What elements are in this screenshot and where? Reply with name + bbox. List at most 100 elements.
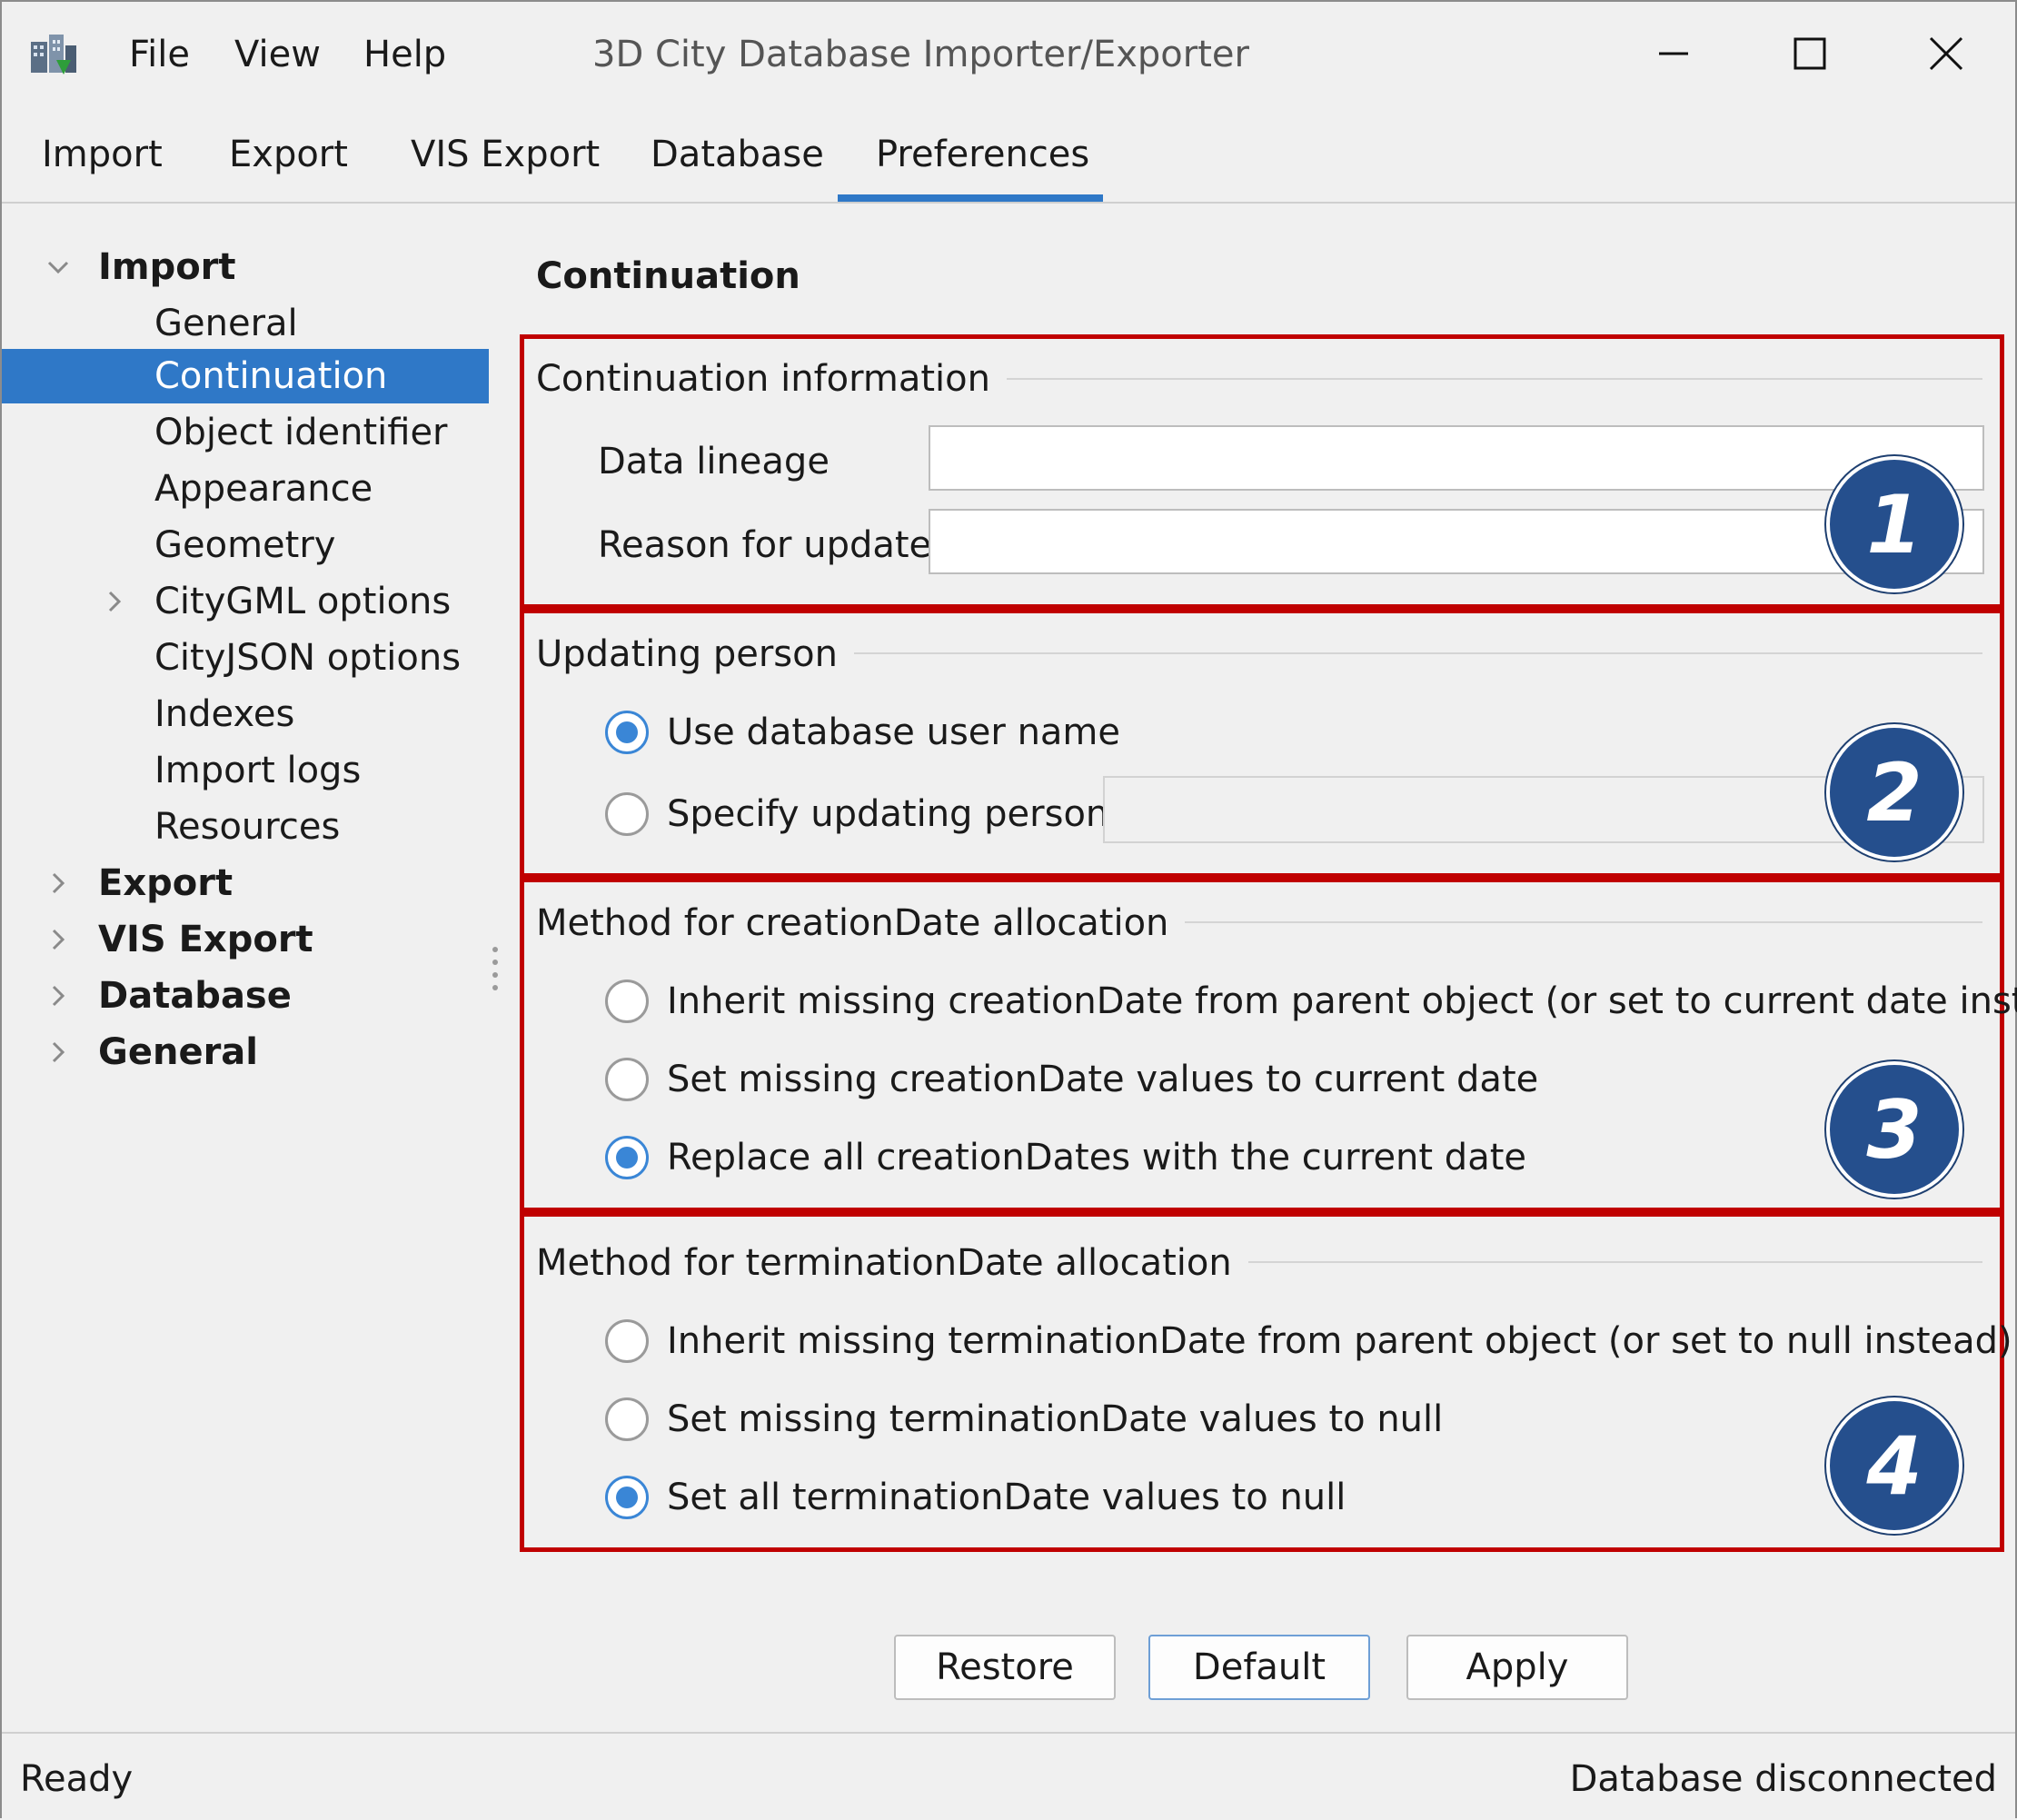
tree-item-label: General: [154, 303, 298, 344]
app-icon: [31, 35, 76, 75]
tree-item-label: CityGML options: [154, 581, 452, 622]
tab-preferences[interactable]: Preferences: [876, 129, 1089, 180]
chevron-down-icon[interactable]: [45, 254, 71, 280]
tree-item-label: Database: [98, 975, 292, 1017]
main-tabs: Import Export VIS Export Database Prefer…: [2, 104, 2015, 204]
tree-item-import[interactable]: Import: [2, 240, 489, 294]
group-separator: [1188, 1261, 1982, 1263]
default-button[interactable]: Default: [1148, 1635, 1370, 1700]
window-title: 3D City Database Importer/Exporter: [592, 34, 1249, 75]
radio-label: Set missing terminationDate values to nu…: [667, 1398, 1444, 1440]
group-title-continuation-information: Continuation information: [536, 353, 1007, 404]
tree-item-citygml-options[interactable]: CityGML options: [2, 574, 489, 629]
tab-vis-export[interactable]: VIS Export: [411, 129, 600, 180]
splitter-handle[interactable]: [489, 204, 500, 1730]
tab-export[interactable]: Export: [229, 129, 348, 180]
tree-item-continuation[interactable]: Continuation: [2, 349, 489, 403]
tree-item-resources[interactable]: Resources: [2, 800, 489, 854]
tab-import[interactable]: Import: [42, 129, 163, 180]
radio-label: Inherit missing terminationDate from par…: [667, 1320, 2012, 1362]
radio-inherit-terminationdate[interactable]: [605, 1319, 649, 1363]
tree-item-vis-export[interactable]: VIS Export: [2, 912, 489, 967]
chevron-right-icon[interactable]: [45, 1039, 71, 1065]
tree-item-label: General: [98, 1031, 258, 1073]
radio-specify-updating-person[interactable]: [605, 792, 649, 836]
tree-item-appearance[interactable]: Appearance: [2, 462, 489, 516]
tree-item-indexes[interactable]: Indexes: [2, 687, 489, 741]
tree-item-cityjson-options[interactable]: CityJSON options: [2, 631, 489, 685]
preferences-tree: Import General Continuation Object ident…: [2, 204, 489, 1730]
radio-set-all-terminationdate[interactable]: [605, 1476, 649, 1519]
callout-badge-1: 1: [1826, 456, 1962, 592]
chevron-right-icon[interactable]: [45, 870, 71, 896]
callout-badge-3: 3: [1826, 1061, 1962, 1198]
callout-badge-4: 4: [1826, 1397, 1962, 1534]
tree-item-label: Import logs: [154, 750, 362, 791]
radio-label: Specify updating person: [667, 793, 1109, 835]
radio-use-database-user-name[interactable]: [605, 711, 649, 754]
radio-set-missing-creationdate[interactable]: [605, 1058, 649, 1101]
title-bar: File View Help 3D City Database Importer…: [2, 2, 2015, 104]
status-bar: Ready Database disconnected: [2, 1732, 2015, 1820]
data-lineage-input[interactable]: [929, 425, 1984, 491]
apply-button[interactable]: Apply: [1406, 1635, 1628, 1700]
tree-item-label: Appearance: [154, 468, 373, 510]
active-tab-indicator: [838, 194, 1103, 202]
menu-file[interactable]: File: [129, 29, 190, 80]
menu-view[interactable]: View: [234, 29, 321, 80]
close-button[interactable]: [1901, 22, 1992, 85]
reason-for-update-label: Reason for update: [598, 524, 932, 566]
tree-item-label: Resources: [154, 806, 341, 848]
group-title-updating-person: Updating person: [536, 629, 854, 680]
grip-dot: [492, 985, 498, 990]
tree-item-geometry[interactable]: Geometry: [2, 518, 489, 572]
tree-item-label: Import: [98, 246, 236, 288]
tree-item-database[interactable]: Database: [2, 969, 489, 1023]
callout-badge-2: 2: [1826, 724, 1962, 860]
data-lineage-label: Data lineage: [598, 441, 830, 482]
maximize-icon: [1793, 37, 1826, 70]
minimize-icon: [1659, 52, 1688, 55]
minimize-button[interactable]: [1628, 22, 1719, 85]
chevron-right-icon[interactable]: [45, 983, 71, 1009]
tree-item-label: Geometry: [154, 524, 336, 566]
group-separator: [1128, 921, 1982, 923]
group-separator: [820, 652, 1982, 654]
tree-item-label: VIS Export: [98, 919, 313, 960]
tree-item-label: Export: [98, 862, 233, 904]
radio-label: Set missing creationDate values to curre…: [667, 1059, 1539, 1100]
chevron-right-icon[interactable]: [45, 927, 71, 952]
maximize-button[interactable]: [1764, 22, 1855, 85]
tab-database[interactable]: Database: [651, 129, 824, 180]
chevron-right-icon[interactable]: [102, 589, 127, 614]
radio-label: Use database user name: [667, 711, 1121, 753]
status-text: Ready: [20, 1758, 134, 1800]
grip-dot: [492, 972, 498, 978]
radio-label: Set all terminationDate values to null: [667, 1477, 1346, 1518]
connection-status: Database disconnected: [1569, 1758, 1997, 1800]
group-title-terminationdate: Method for terminationDate allocation: [536, 1238, 1248, 1288]
menu-help[interactable]: Help: [363, 29, 446, 80]
tree-item-label: Indexes: [154, 693, 295, 735]
tree-item-general[interactable]: General: [2, 296, 489, 351]
radio-label: Replace all creationDates with the curre…: [667, 1137, 1526, 1179]
tree-item-export[interactable]: Export: [2, 856, 489, 910]
app-window: File View Help 3D City Database Importer…: [0, 0, 2017, 1820]
tree-item-general-root[interactable]: General: [2, 1025, 489, 1079]
radio-set-missing-terminationdate[interactable]: [605, 1397, 649, 1441]
grip-dot: [492, 947, 498, 952]
tree-item-label: Object identifier: [154, 412, 448, 453]
close-icon: [1929, 36, 1963, 71]
group-title-creationdate: Method for creationDate allocation: [536, 898, 1186, 949]
tree-item-label: Continuation: [154, 355, 388, 397]
grip-dot: [492, 960, 498, 965]
tree-item-label: CityJSON options: [154, 637, 462, 679]
restore-button[interactable]: Restore: [894, 1635, 1116, 1700]
radio-label: Inherit missing creationDate from parent…: [667, 980, 2017, 1022]
radio-replace-all-creationdates[interactable]: [605, 1136, 649, 1179]
radio-inherit-creationdate[interactable]: [605, 980, 649, 1023]
tree-item-object-identifier[interactable]: Object identifier: [2, 405, 489, 460]
tree-item-import-logs[interactable]: Import logs: [2, 743, 489, 798]
group-separator: [974, 378, 1982, 380]
page-title: Continuation: [536, 255, 800, 297]
